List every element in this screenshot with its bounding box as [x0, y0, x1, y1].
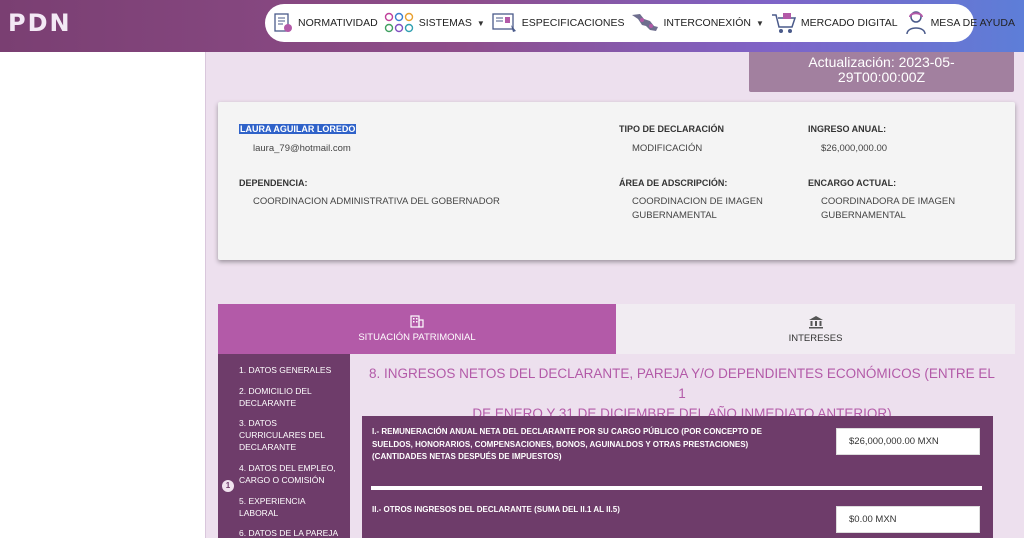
nav-mercado-digital[interactable]: MERCADO DIGITAL — [770, 11, 898, 35]
nav-mercado-digital-label: MERCADO DIGITAL — [800, 17, 898, 29]
remuneracion-amount: $26,000,000.00 MXN — [836, 428, 980, 455]
area-adscripcion-label: ÁREA DE ADSCRIPCIÓN: — [619, 178, 728, 188]
document-icon — [274, 13, 292, 32]
income-panel: I.- REMUNERACIÓN ANUAL NETA DEL DECLARAN… — [362, 416, 993, 538]
tab-intereses-label: INTERESES — [788, 332, 843, 344]
nav-sistemas[interactable]: SISTEMAS ▼ — [384, 12, 485, 34]
menu-datos-curriculares[interactable]: 3. DATOS CURRICULARES DEL DECLARANTE — [239, 417, 344, 453]
remuneracion-label: I.- REMUNERACIÓN ANUAL NETA DEL DECLARAN… — [372, 427, 762, 461]
menu-datos-empleo[interactable]: 4. DATOS DEL EMPLEO, CARGO O COMISIÓN — [239, 462, 344, 486]
nav-especificaciones[interactable]: ESPECIFICACIONES — [491, 11, 625, 35]
tab-situacion-patrimonial[interactable]: SITUACIÓN PATRIMONIAL — [218, 304, 616, 354]
encargo-actual-value: COORDINADORA DE IMAGEN GUBERNAMENTAL — [821, 196, 956, 221]
nav-especificaciones-label: ESPECIFICACIONES — [521, 17, 625, 29]
nav-interconexion[interactable]: INTERCONEXIÓN ▼ — [630, 11, 764, 35]
update-badge: Actualización: 2023-05- 29T00:00:00Z — [749, 52, 1014, 92]
ingreso-anual-value: $26,000,000.00 — [821, 143, 888, 154]
nav-sistemas-label: SISTEMAS — [418, 17, 472, 29]
section-menu: 1. DATOS GENERALES 2. DOMICILIO DEL DECL… — [218, 354, 350, 538]
cart-icon — [771, 13, 796, 33]
dependencia-label: DEPENDENCIA: — [239, 178, 308, 188]
nav-mesa-ayuda-label: MESA DE AYUDA — [930, 17, 1015, 29]
main-nav: NORMATIVIDAD SISTEMAS ▼ ESPECIFICACIONES — [265, 4, 1015, 42]
main-content: Actualización: 2023-05- 29T00:00:00Z LAU… — [206, 52, 1024, 538]
top-navbar: PDN NORMATIVIDAD SISTEMAS ▼ ESPECIFICACI… — [0, 0, 1024, 52]
nav-mesa-ayuda[interactable]: MESA DE AYUDA — [904, 10, 1015, 36]
update-line-1: Actualización: 2023-05- — [808, 54, 955, 70]
otros-ingresos-label: II.- OTROS INGRESOS DEL DECLARANTE (SUMA… — [372, 505, 620, 514]
income-divider — [371, 486, 982, 490]
bank-icon — [808, 315, 823, 328]
left-blank-pane — [0, 52, 206, 538]
chevron-down-icon: ▼ — [476, 18, 485, 28]
ingreso-anual-label: INGRESO ANUAL: — [808, 124, 887, 134]
menu-datos-generales[interactable]: 1. DATOS GENERALES — [239, 364, 344, 376]
tab-intereses[interactable]: INTERESES — [616, 304, 1015, 354]
help-person-icon — [905, 11, 926, 35]
declarant-email: laura_79@hotmail.com — [253, 143, 351, 154]
circles-grid-icon — [384, 12, 413, 33]
menu-experiencia-laboral[interactable]: 5. EXPERIENCIA LABORAL — [239, 495, 344, 519]
menu-datos-pareja[interactable]: 6. DATOS DE LA PAREJA — [239, 527, 344, 538]
specs-icon — [492, 13, 516, 32]
declarant-card: LAURA AGUILAR LOREDO laura_79@hotmail.co… — [218, 102, 1015, 260]
area-adscripcion-value: COORDINACION DE IMAGEN GUBERNAMENTAL — [632, 196, 763, 221]
tab-situacion-patrimonial-label: SITUACIÓN PATRIMONIAL — [358, 332, 476, 343]
otros-ingresos-amount: $0.00 MXN — [836, 506, 980, 533]
declarant-name: LAURA AGUILAR LOREDO — [239, 124, 357, 134]
tipo-declaracion-value: MODIFICACIÓN — [632, 143, 703, 154]
mexico-map-icon — [632, 14, 659, 31]
nav-normatividad[interactable]: NORMATIVIDAD — [271, 11, 378, 35]
nav-normatividad-label: NORMATIVIDAD — [298, 17, 378, 29]
nav-interconexion-label: INTERCONEXIÓN — [663, 17, 751, 29]
declaration-tabs: SITUACIÓN PATRIMONIAL INTERESES — [218, 304, 1015, 354]
update-line-2: 29T00:00:00Z — [837, 69, 926, 85]
menu-domicilio[interactable]: 2. DOMICILIO DEL DECLARANTE — [239, 385, 344, 409]
chevron-down-icon: ▼ — [755, 18, 764, 28]
incomplete-badge: 1 — [222, 480, 234, 492]
section-title: 8. INGRESOS NETOS DEL DECLARANTE, PAREJA… — [369, 366, 995, 421]
dependencia-value: COORDINACION ADMINISTRATIVA DEL GOBERNAD… — [253, 196, 500, 207]
encargo-actual-label: ENCARGO ACTUAL: — [808, 178, 897, 188]
tipo-declaracion-label: TIPO DE DECLARACIÓN — [619, 124, 725, 134]
pdn-logo[interactable]: PDN — [8, 9, 72, 37]
building-icon — [410, 315, 424, 328]
